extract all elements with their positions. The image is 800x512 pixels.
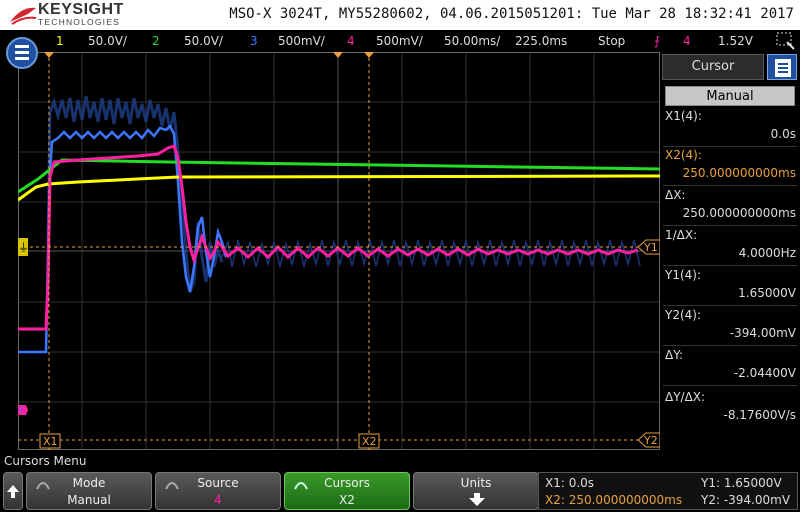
menu-title: Cursors Menu [4, 454, 87, 468]
readout-slope: ΔY/ΔX: -8.17600V/s [665, 390, 796, 422]
divider [663, 225, 797, 226]
down-arrow-icon [469, 493, 485, 506]
readout-value: 0.0s [770, 127, 796, 141]
readout-y1-text: Y1: 1.65000V [701, 476, 782, 490]
x1-cursor-tag[interactable]: X1 [39, 433, 61, 449]
ground-marker: ⏚ [18, 238, 29, 256]
divider [663, 185, 797, 186]
menu-icon [15, 45, 29, 60]
up-arrow-icon [7, 485, 19, 498]
divider [663, 265, 797, 266]
list-icon [775, 59, 791, 77]
readout-inverse-delta-x: 1/ΔX: 4.0000Hz [665, 228, 796, 260]
brand-subtitle: TECHNOLOGIES [38, 17, 120, 27]
delay[interactable]: 225.0ms [515, 34, 567, 48]
readout-delta-y: ΔY: -2.04400V [665, 348, 796, 380]
readout-x2: X2(4): 250.000000000ms [665, 148, 796, 180]
x2-cursor-tag[interactable]: X2 [358, 433, 380, 449]
source-softkey[interactable]: Source 4 [155, 472, 281, 510]
readout-value: -394.00mV [729, 326, 796, 340]
x2-label: X2 [362, 435, 377, 448]
readout-y1: Y1(4): 1.65000V [665, 268, 796, 300]
readout-value: 250.000000000ms [682, 166, 796, 180]
readout-label: Y1(4): [665, 268, 702, 282]
x1-label: X1 [43, 435, 58, 448]
instrument-info: MSO-X 3024T, MY55280602, 04.06.201505120… [229, 6, 794, 22]
readout-value: 1.65000V [738, 286, 796, 300]
main-menu-button[interactable] [6, 37, 38, 69]
softkey-label: Units [460, 476, 492, 490]
channel-status-bar: 1 50.0V/ 2 50.0V/ 3 500mV/ 4 500mV/ 50.0… [0, 30, 800, 52]
timebase[interactable]: 50.00ms/ [444, 34, 500, 48]
ground-icon: ⏚ [18, 241, 29, 254]
ch2-scale[interactable]: 50.0V/ [184, 34, 223, 48]
readout-x1: X1(4): 0.0s [665, 109, 796, 141]
readout-value: 250.000000000ms [682, 206, 796, 220]
divider [663, 385, 797, 386]
readout-y2: Y2(4): -394.00mV [665, 308, 796, 340]
readout-y2-text: Y2: -394.00mV [701, 493, 791, 507]
mode-softkey[interactable]: Mode Manual [26, 472, 152, 510]
readout-x2-text: X2: 250.000000000ms [545, 493, 683, 507]
divider [663, 345, 797, 346]
top-banner: KEYSIGHT TECHNOLOGIES MSO-X 3024T, MY552… [0, 0, 800, 30]
cursor-readout-box: X1: 0.0s X2: 250.000000000ms Y1: 1.65000… [538, 472, 798, 510]
readout-label: Y2(4): [665, 308, 702, 322]
ch3-number[interactable]: 3 [250, 34, 258, 48]
trigger-level[interactable]: 1.52V [718, 34, 753, 48]
divider [663, 146, 797, 147]
panel-list-button[interactable] [767, 54, 797, 80]
trig-left-label: T [18, 407, 24, 417]
readout-label: 1/ΔX: [665, 228, 698, 242]
readout-value: -8.17600V/s [723, 408, 796, 422]
divider [663, 305, 797, 306]
waveform-display[interactable]: X1 X2 Y1 Y2 ⏚ T [18, 52, 660, 450]
softkey-value: 4 [214, 493, 222, 507]
readout-label: ΔY: [665, 348, 683, 362]
softkey-label: Cursors [324, 476, 370, 490]
readout-value: 4.0000Hz [738, 246, 796, 260]
back-button[interactable] [3, 472, 23, 510]
trigger-edge-icon: ⨍ [654, 34, 661, 48]
units-softkey[interactable]: Units [413, 472, 539, 510]
readout-delta-x: ΔX: 250.000000000ms [665, 188, 796, 220]
cursor-mode-display[interactable]: Manual [665, 86, 795, 106]
ch1-number[interactable]: 1 [56, 34, 64, 48]
y1-label: Y1 [643, 241, 658, 254]
ch4-scale[interactable]: 500mV/ [376, 34, 423, 48]
readout-label: X1(4): [665, 109, 702, 123]
readout-x1-text: X1: 0.0s [545, 476, 595, 490]
ch3-scale[interactable]: 500mV/ [278, 34, 325, 48]
run-state[interactable]: Stop [598, 34, 625, 48]
readout-value: -2.04400V [733, 366, 796, 380]
softkey-value: Manual [67, 493, 111, 507]
ch4-number[interactable]: 4 [347, 34, 355, 48]
zoom-icon[interactable] [776, 32, 796, 50]
ch2-number[interactable]: 2 [152, 34, 160, 48]
cursor-tab[interactable]: Cursor [662, 54, 764, 80]
ch1-scale[interactable]: 50.0V/ [88, 34, 127, 48]
softkey-label: Source [197, 476, 239, 490]
trigger-source[interactable]: 4 [683, 34, 691, 48]
softkey-value: X2 [339, 493, 355, 507]
readout-label: ΔX: [665, 188, 686, 202]
readout-label: ΔY/ΔX: [665, 390, 706, 404]
cursors-softkey[interactable]: Cursors X2 [284, 472, 410, 510]
softkey-label: Mode [72, 476, 106, 490]
readout-label: X2(4): [665, 148, 702, 162]
y2-label: Y2 [643, 434, 658, 447]
